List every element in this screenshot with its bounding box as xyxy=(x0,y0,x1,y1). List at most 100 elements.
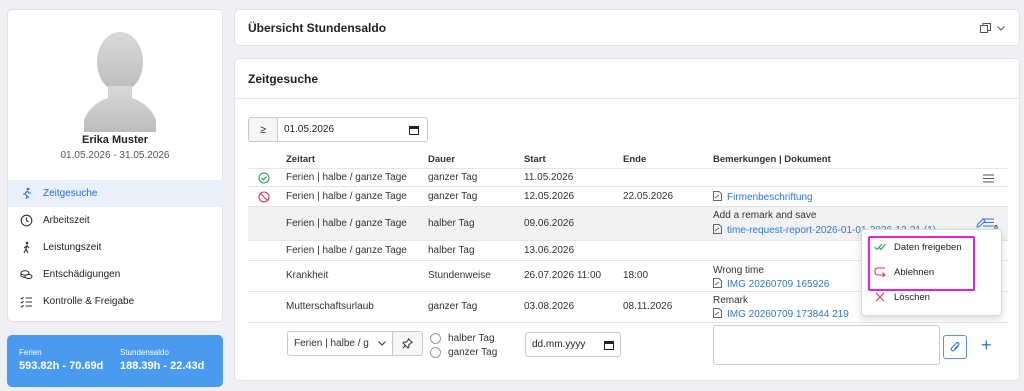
time-requests-card: Zeitgesuche ≥ 01.05.2026 Zeitart Dauer S… xyxy=(234,58,1020,381)
cell-remark: Wrong time xyxy=(713,265,764,276)
ferien-value: 593.82h - 70.69d xyxy=(19,360,104,372)
nav-item-kontrolle-freigabe[interactable]: Kontrolle & Freigabe xyxy=(8,288,223,315)
nav-item-arbeitszeit[interactable]: Arbeitszeit xyxy=(8,207,223,234)
menu-item-label: Ablehnen xyxy=(894,266,935,278)
row-actions-menu: Daten freigeben Ablehnen Löschen xyxy=(861,229,1002,316)
menu-item-label: Löschen xyxy=(894,291,930,303)
cell-ende: 08.11.2026 xyxy=(623,301,673,312)
column-header-start: Start xyxy=(524,154,546,165)
cell-dauer: halber Tag xyxy=(428,245,475,256)
remark-textarea[interactable] xyxy=(713,325,940,365)
cell-start: 26.07.2026 11:00 xyxy=(524,270,602,281)
cell-dauer: ganzer Tag xyxy=(428,191,478,202)
cell-zeitart: Ferien | halbe / ganze Tage xyxy=(286,245,407,256)
return-arrow-icon xyxy=(874,266,886,278)
nav-item-leistungszeit[interactable]: Leistungszeit xyxy=(8,234,223,261)
profile-card: Erika Muster 01.05.2026 - 31.05.2026 Zei… xyxy=(7,9,223,322)
column-header-zeitart: Zeitart xyxy=(286,154,316,165)
radio-ganzer-tag-label: ganzer Tag xyxy=(448,347,498,358)
menu-item-daten-freigeben[interactable]: Daten freigeben xyxy=(874,239,962,255)
document-link[interactable]: IMG 20260709 165926 xyxy=(713,278,829,290)
employee-name: Erika Muster xyxy=(81,134,149,146)
cell-start: 12.05.2026 xyxy=(524,191,575,202)
section-title: Zeitgesuche xyxy=(248,72,319,86)
nav-label: Arbeitszeit xyxy=(43,215,90,226)
cell-zeitart: Mutterschaftsurlaub xyxy=(286,301,374,312)
menu-item-ablehnen[interactable]: Ablehnen xyxy=(874,264,934,280)
paperclip-icon xyxy=(950,341,960,352)
overview-toggle[interactable] xyxy=(980,23,1005,33)
column-header-dauer: Dauer xyxy=(428,154,455,165)
cell-zeitart: Ferien | halbe / ganze Tage xyxy=(286,191,407,202)
ferien-label: Ferien xyxy=(19,348,42,357)
nav-label: Entschädigungen xyxy=(43,269,121,280)
cell-remark: Add a remark and save xyxy=(713,210,817,221)
rejected-icon xyxy=(258,191,270,203)
column-header-ende: Ende xyxy=(623,154,647,165)
stundensaldo-value: 188.39h - 22.43d xyxy=(120,360,205,372)
document-name: IMG 20260709 165926 xyxy=(727,279,830,290)
operator-button[interactable]: ≥ xyxy=(248,117,278,142)
filter-date-value: 01.05.2026 xyxy=(284,124,335,135)
radio-halber-tag[interactable] xyxy=(430,333,441,344)
divider xyxy=(248,322,1008,323)
chevron-down-icon xyxy=(997,25,1005,31)
document-icon xyxy=(713,224,722,234)
overview-title: Übersicht Stundensaldo xyxy=(248,21,387,35)
document-icon xyxy=(713,308,722,318)
cell-dauer: Stundenweise xyxy=(428,270,491,281)
cell-dauer: ganzer Tag xyxy=(428,172,478,183)
walking-figure-icon xyxy=(20,241,33,254)
divider xyxy=(235,98,1019,99)
approved-check-icon xyxy=(258,172,270,184)
clock-icon xyxy=(20,214,33,227)
cell-start: 03.08.2026 xyxy=(524,301,575,312)
cell-ende: 18:00 xyxy=(623,270,649,281)
start-date-placeholder: dd.mm.yyyy xyxy=(532,339,586,350)
period-range: 01.05.2026 - 31.05.2026 xyxy=(60,150,170,161)
table-row[interactable]: Ferien | halbe / ganze Tage ganzer Tag 1… xyxy=(248,168,1008,186)
overview-card[interactable]: Übersicht Stundensaldo xyxy=(234,9,1020,46)
table-row[interactable]: Ferien | halbe / ganze Tage ganzer Tag 1… xyxy=(248,186,1008,206)
attach-button[interactable] xyxy=(943,335,967,359)
cell-start: 11.05.2026 xyxy=(524,172,574,183)
saldo-box: Ferien 593.82h - 70.69d Stundensaldo 188… xyxy=(7,335,223,387)
document-name: Firmenbeschriftung xyxy=(727,192,813,203)
document-link[interactable]: Firmenbeschriftung xyxy=(713,191,813,203)
cell-zeitart: Krankheit xyxy=(286,270,329,281)
zeitart-select-value: Ferien | halbe / g xyxy=(294,338,369,349)
cell-zeitart: Ferien | halbe / ganze Tage xyxy=(286,172,407,183)
hamburger-menu-icon[interactable] xyxy=(983,174,994,183)
chevron-down-icon xyxy=(378,341,386,346)
radio-halber-tag-label: halber Tag xyxy=(448,333,495,344)
checklist-icon xyxy=(20,295,33,308)
cell-start: 13.06.2026 xyxy=(524,245,575,256)
cell-ende: 22.05.2026 xyxy=(623,191,674,202)
nav-item-zeitgesuche[interactable]: Zeitgesuche xyxy=(8,180,223,207)
nav-label: Leistungszeit xyxy=(43,242,102,253)
date-filter: ≥ 01.05.2026 xyxy=(248,117,428,142)
document-name: IMG 20260709 173844 219 xyxy=(727,309,849,320)
add-button[interactable]: + xyxy=(981,336,992,354)
calendar-icon xyxy=(604,340,614,350)
radio-ganzer-tag[interactable] xyxy=(430,347,441,358)
double-check-icon xyxy=(874,241,886,253)
cell-start: 09.06.2026 xyxy=(524,218,575,229)
avatar xyxy=(84,32,156,132)
filter-date-input[interactable]: 01.05.2026 xyxy=(278,117,428,142)
stundensaldo-label: Stundensaldo xyxy=(120,348,169,357)
menu-item-loeschen[interactable]: Löschen xyxy=(874,289,930,305)
close-icon xyxy=(874,291,886,303)
pin-button[interactable] xyxy=(393,331,423,356)
running-figure-icon xyxy=(20,187,33,200)
cell-zeitart: Ferien | halbe / ganze Tage xyxy=(286,218,407,229)
document-icon xyxy=(713,278,722,288)
zeitart-select[interactable]: Ferien | halbe / g xyxy=(287,331,393,356)
document-link[interactable]: IMG 20260709 173844 219 xyxy=(713,308,849,320)
column-header-bemerkungen: Bemerkungen | Dokument xyxy=(713,154,831,165)
menu-item-label: Daten freigeben xyxy=(894,241,962,253)
start-date-input[interactable]: dd.mm.yyyy xyxy=(525,332,621,357)
cell-remark: Remark xyxy=(713,295,749,306)
coins-icon xyxy=(20,268,33,281)
nav-item-entschaedigungen[interactable]: Entschädigungen xyxy=(8,261,223,288)
